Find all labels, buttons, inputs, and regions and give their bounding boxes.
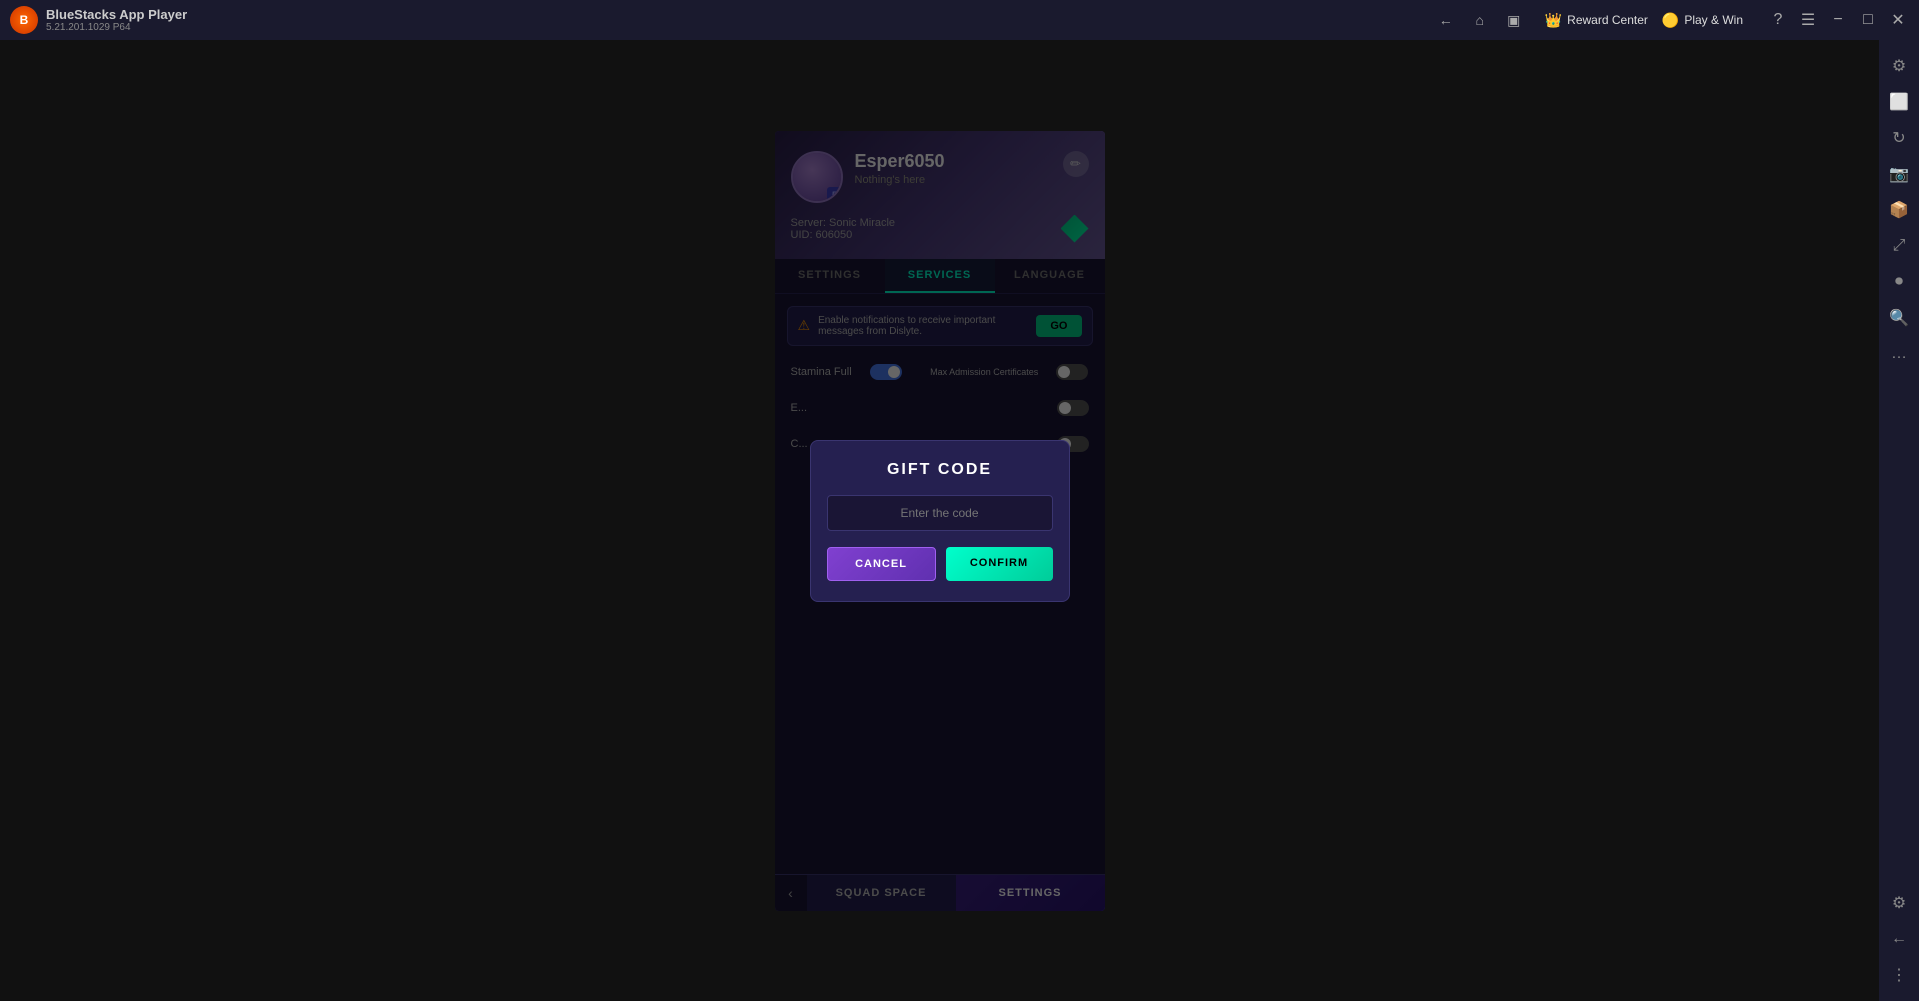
close-button[interactable]: ✕: [1887, 9, 1909, 31]
gift-code-input[interactable]: [827, 495, 1053, 531]
confirm-button[interactable]: CONFIRM: [946, 547, 1053, 581]
sidebar-gear2-icon[interactable]: ⚙: [1883, 887, 1915, 919]
modal-buttons: CANCEL CONFIRM: [827, 547, 1053, 581]
main-area: 5 Esper6050 Nothing's here ✏ Server: Son…: [0, 40, 1879, 1001]
modal-title: GIFT CODE: [827, 461, 1053, 479]
sidebar-back-arrow-icon[interactable]: ←: [1883, 923, 1915, 955]
app-info: BlueStacks App Player 5.21.201.1029 P64: [46, 7, 1435, 33]
app-name: BlueStacks App Player: [46, 7, 1435, 22]
sidebar-macro-icon[interactable]: ⏺: [1883, 266, 1915, 298]
play-win-button[interactable]: 🟡 Play & Win: [1662, 12, 1743, 29]
sidebar-resize-icon[interactable]: ⤢: [1883, 230, 1915, 262]
hamburger-button[interactable]: ☰: [1797, 9, 1819, 31]
coin-icon: 🟡: [1662, 12, 1679, 29]
sidebar-more-icon[interactable]: …: [1883, 338, 1915, 370]
minimize-button[interactable]: −: [1827, 9, 1849, 31]
help-button[interactable]: ?: [1767, 9, 1789, 31]
sidebar-apk-icon[interactable]: 📦: [1883, 194, 1915, 226]
modal-overlay: GIFT CODE CANCEL CONFIRM: [775, 131, 1105, 911]
game-window: 5 Esper6050 Nothing's here ✏ Server: Son…: [775, 131, 1105, 911]
right-sidebar: ⚙ ⬜ ↻ 📷 📦 ⤢ ⏺ 🔍 … ⚙ ← ⋮: [1879, 40, 1919, 1001]
maximize-button[interactable]: □: [1857, 9, 1879, 31]
title-bar: B BlueStacks App Player 5.21.201.1029 P6…: [0, 0, 1919, 40]
crown-icon: 👑: [1545, 12, 1562, 29]
home-button[interactable]: ⌂: [1469, 9, 1491, 31]
sidebar-rotate-icon[interactable]: ↻: [1883, 122, 1915, 154]
window-controls: ? ☰ − □ ✕: [1767, 9, 1909, 31]
sidebar-screen-icon[interactable]: ⬜: [1883, 86, 1915, 118]
play-win-label: Play & Win: [1684, 13, 1743, 27]
sidebar-search-icon[interactable]: 🔍: [1883, 302, 1915, 334]
nav-controls: ← ⌂ ▣: [1435, 9, 1525, 31]
back-button[interactable]: ←: [1435, 9, 1457, 31]
reward-center-button[interactable]: 👑 Reward Center: [1545, 12, 1648, 29]
sidebar-dots-icon[interactable]: ⋮: [1883, 959, 1915, 991]
gift-code-modal: GIFT CODE CANCEL CONFIRM: [810, 440, 1070, 602]
cancel-button[interactable]: CANCEL: [827, 547, 936, 581]
app-logo: B: [10, 6, 38, 34]
title-bar-right: 👑 Reward Center 🟡 Play & Win ? ☰ − □ ✕: [1545, 9, 1909, 31]
recent-button[interactable]: ▣: [1503, 9, 1525, 31]
app-version: 5.21.201.1029 P64: [46, 22, 1435, 33]
reward-center-label: Reward Center: [1567, 13, 1648, 27]
sidebar-camera-icon[interactable]: 📷: [1883, 158, 1915, 190]
sidebar-settings-icon[interactable]: ⚙: [1883, 50, 1915, 82]
